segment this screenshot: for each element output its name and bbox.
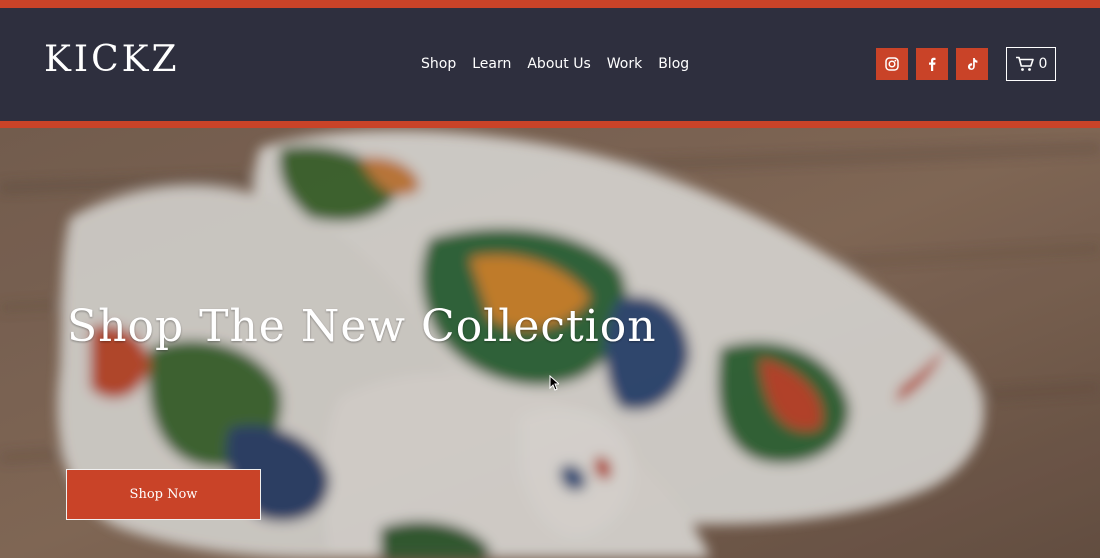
site-logo[interactable]: KICKZ [44, 40, 180, 80]
tiktok-icon [967, 58, 978, 70]
cart-button[interactable]: 0 [1006, 47, 1056, 81]
header-accent-stripe [0, 121, 1100, 128]
main-nav: Shop Learn About Us Work Blog [421, 54, 689, 74]
instagram-icon [885, 57, 899, 71]
top-accent-stripe [0, 0, 1100, 8]
nav-item-work[interactable]: Work [607, 54, 642, 74]
cart-count: 0 [1038, 56, 1048, 72]
cart-icon [1015, 56, 1034, 71]
tiktok-link[interactable] [956, 48, 988, 80]
nav-item-blog[interactable]: Blog [658, 54, 689, 74]
nav-item-learn[interactable]: Learn [472, 54, 511, 74]
hero-section: Shop The New Collection Shop Now [0, 128, 1100, 558]
nav-item-shop[interactable]: Shop [421, 54, 456, 74]
mouse-cursor-icon [549, 375, 559, 391]
hero-title: Shop The New Collection [67, 301, 657, 352]
shop-now-button[interactable]: Shop Now [66, 469, 261, 520]
facebook-icon [929, 57, 936, 71]
nav-item-about-us[interactable]: About Us [527, 54, 590, 74]
instagram-link[interactable] [876, 48, 908, 80]
facebook-link[interactable] [916, 48, 948, 80]
